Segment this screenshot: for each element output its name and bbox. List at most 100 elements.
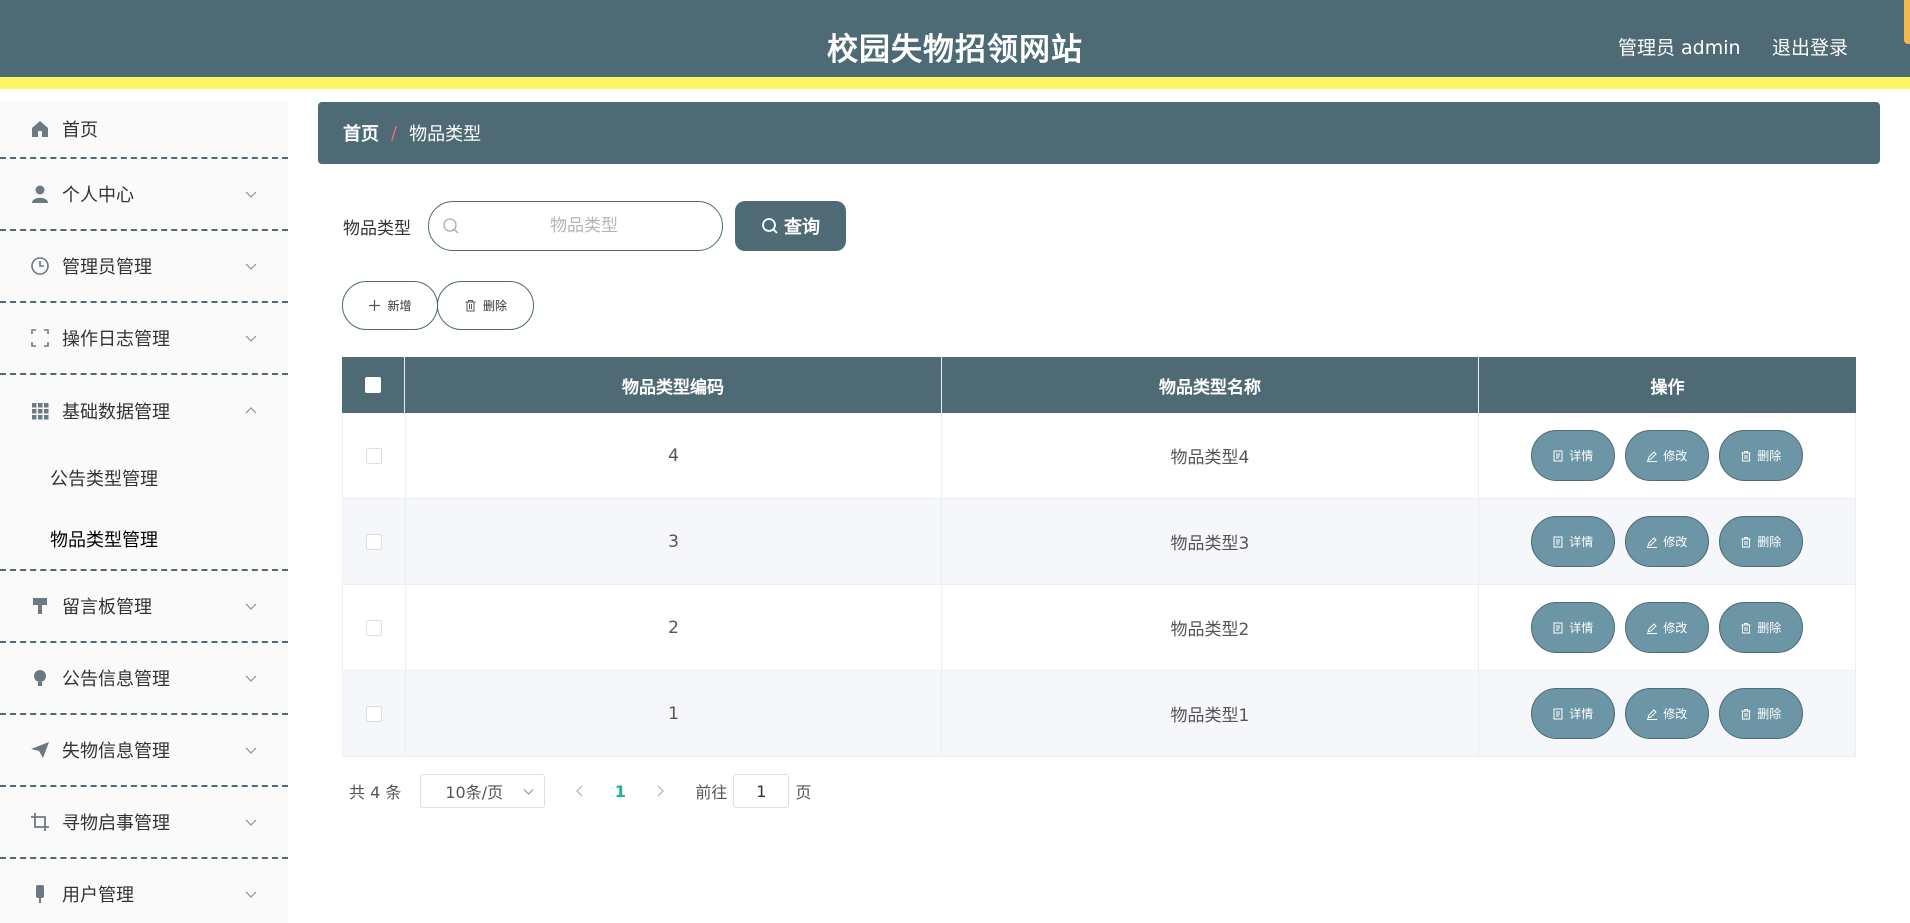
data-table: 物品类型编码 物品类型名称 操作 4 物品类型4 详情 修改 删除 3 物品类型… bbox=[342, 357, 1856, 757]
edit-icon bbox=[1647, 622, 1658, 634]
select-all-checkbox[interactable] bbox=[365, 377, 381, 393]
corner-tab bbox=[1904, 0, 1910, 44]
column-header: 操作 bbox=[1650, 377, 1685, 398]
breadcrumb: 首页 / 物品类型 bbox=[318, 102, 1880, 164]
delete-label: 删除 bbox=[1757, 707, 1782, 721]
row-checkbox-cell bbox=[343, 671, 406, 756]
detail-button[interactable]: 详情 bbox=[1530, 602, 1615, 653]
search-field[interactable] bbox=[428, 201, 723, 251]
sidebar-item-label: 留言板管理 bbox=[62, 597, 152, 618]
chevron-down-icon bbox=[245, 191, 257, 198]
chevron-left-icon bbox=[576, 785, 583, 797]
cell-actions: 详情 修改 删除 bbox=[1479, 499, 1856, 584]
row-checkbox[interactable] bbox=[365, 619, 382, 636]
cell-code: 1 bbox=[406, 671, 943, 756]
edit-icon bbox=[1647, 536, 1658, 548]
edit-label: 修改 bbox=[1663, 707, 1688, 721]
delete-button[interactable]: 删除 bbox=[1718, 516, 1803, 567]
chevron-down-icon bbox=[523, 789, 534, 795]
cell-name: 物品类型3 bbox=[942, 499, 1479, 584]
cell-code: 4 bbox=[406, 413, 943, 498]
sidebar-item-lost[interactable]: 失物信息管理 bbox=[0, 715, 288, 787]
submenu-basedata: 公告类型管理 物品类型管理 bbox=[0, 447, 288, 571]
detail-button[interactable]: 详情 bbox=[1530, 688, 1615, 739]
home-icon bbox=[29, 118, 51, 140]
row-checkbox-cell bbox=[343, 585, 406, 670]
sidebar-item-seek[interactable]: 寻物启事管理 bbox=[0, 787, 288, 859]
goto-label: 前往 bbox=[695, 783, 728, 802]
edit-icon bbox=[1647, 450, 1658, 462]
search-label: 物品类型 bbox=[343, 219, 411, 239]
current-user: 管理员 admin bbox=[1618, 37, 1741, 59]
edit-button[interactable]: 修改 bbox=[1624, 602, 1709, 653]
chevron-down-icon bbox=[245, 335, 257, 342]
grid-icon bbox=[29, 400, 51, 422]
sidebar-item-users[interactable]: 用户管理 bbox=[0, 859, 288, 923]
delete-label: 删除 bbox=[1757, 449, 1782, 463]
search-input[interactable] bbox=[469, 202, 699, 250]
trash-icon bbox=[1741, 450, 1751, 461]
delete-button[interactable]: 删除 bbox=[1718, 430, 1803, 481]
add-button-label: 新增 bbox=[387, 299, 412, 313]
sidebar-subitem-notice-type[interactable]: 公告类型管理 bbox=[0, 447, 288, 508]
pagination-total: 共 4 条 bbox=[349, 783, 402, 802]
next-page-button[interactable] bbox=[645, 785, 675, 797]
breadcrumb-home[interactable]: 首页 bbox=[343, 120, 379, 146]
chevron-down-icon bbox=[245, 263, 257, 270]
mic-icon bbox=[29, 883, 51, 905]
document-icon bbox=[1553, 708, 1563, 719]
sidebar-item-oplog[interactable]: 操作日志管理 bbox=[0, 303, 288, 375]
prev-page-button[interactable] bbox=[565, 785, 595, 797]
edit-button[interactable]: 修改 bbox=[1624, 430, 1709, 481]
cell-name: 物品类型4 bbox=[942, 413, 1479, 498]
detail-label: 详情 bbox=[1569, 535, 1594, 549]
page-size-select[interactable]: 10条/页 bbox=[420, 774, 546, 808]
pagination: 共 4 条 10条/页 1 前往 页 bbox=[349, 774, 811, 808]
add-button[interactable]: 新增 bbox=[342, 281, 438, 330]
sidebar-item-admin[interactable]: 管理员管理 bbox=[0, 231, 288, 303]
trash-icon bbox=[1741, 622, 1751, 633]
query-button[interactable]: 查询 bbox=[735, 201, 846, 251]
row-checkbox[interactable] bbox=[365, 533, 382, 550]
breadcrumb-separator: / bbox=[391, 122, 398, 144]
sidebar-item-profile[interactable]: 个人中心 bbox=[0, 159, 288, 231]
logout-link[interactable]: 退出登录 bbox=[1772, 33, 1848, 60]
delete-button[interactable]: 删除 bbox=[1718, 688, 1803, 739]
detail-button[interactable]: 详情 bbox=[1530, 430, 1615, 481]
column-header[interactable]: 物品类型编码 bbox=[405, 357, 942, 413]
chevron-up-icon bbox=[245, 407, 257, 414]
row-checkbox[interactable] bbox=[365, 705, 382, 722]
sidebar-item-label: 首页 bbox=[62, 120, 98, 141]
sidebar-subitem-item-type[interactable]: 物品类型管理 bbox=[0, 508, 288, 569]
edit-button[interactable]: 修改 bbox=[1624, 688, 1709, 739]
sidebar-item-label: 操作日志管理 bbox=[62, 329, 170, 350]
goto-page-input[interactable] bbox=[733, 774, 790, 808]
row-checkbox[interactable] bbox=[365, 447, 382, 464]
sidebar-item-basedata[interactable]: 基础数据管理 bbox=[0, 375, 288, 447]
sidebar: 首页 个人中心 管理员管理 操作日志管理 基础数据管理 公告类型管理 物品类型管… bbox=[0, 101, 288, 923]
batch-delete-button[interactable]: 删除 bbox=[437, 281, 534, 330]
sidebar-item-label: 管理员管理 bbox=[62, 257, 152, 278]
cell-name: 物品类型1 bbox=[942, 671, 1479, 756]
chevron-down-icon bbox=[245, 747, 257, 754]
column-header[interactable]: 物品类型名称 bbox=[942, 357, 1479, 413]
sidebar-item-notice[interactable]: 公告信息管理 bbox=[0, 643, 288, 715]
delete-label: 删除 bbox=[1757, 621, 1782, 635]
chevron-down-icon bbox=[245, 891, 257, 898]
table-row: 3 物品类型3 详情 修改 删除 bbox=[342, 499, 1856, 585]
edit-button[interactable]: 修改 bbox=[1624, 516, 1709, 567]
sidebar-item-label: 寻物启事管理 bbox=[62, 813, 170, 834]
sidebar-item-messageboard[interactable]: 留言板管理 bbox=[0, 571, 288, 643]
edit-label: 修改 bbox=[1663, 621, 1688, 635]
trash-icon bbox=[1741, 536, 1751, 547]
page-number[interactable]: 1 bbox=[595, 782, 645, 801]
search-icon bbox=[443, 218, 459, 234]
detail-button[interactable]: 详情 bbox=[1530, 516, 1615, 567]
cell-name: 物品类型2 bbox=[942, 585, 1479, 670]
cell-actions: 详情 修改 删除 bbox=[1479, 671, 1856, 756]
delete-button[interactable]: 删除 bbox=[1718, 602, 1803, 653]
sidebar-item-home[interactable]: 首页 bbox=[0, 101, 288, 159]
document-icon bbox=[1553, 450, 1563, 461]
brush-icon bbox=[29, 595, 51, 617]
user-icon bbox=[29, 183, 51, 205]
